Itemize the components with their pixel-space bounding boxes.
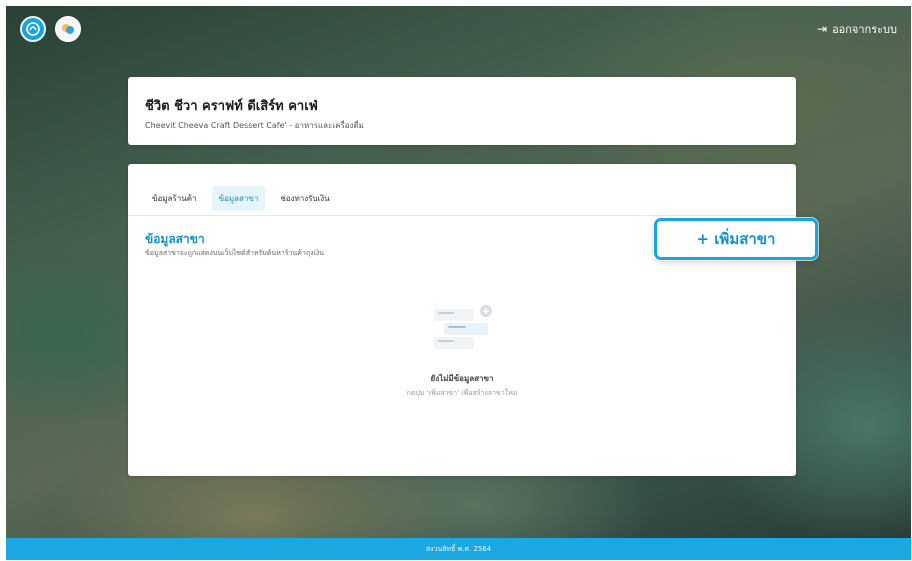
merchant-logo-icon xyxy=(55,16,81,42)
tab-store-info[interactable]: ข้อมูลร้านค้า xyxy=(145,186,204,211)
top-bar: ⇥ ออกจากระบบ xyxy=(6,6,911,46)
footer-text: สงวนสิทธิ์ พ.ศ. 2564 xyxy=(425,544,492,553)
footer: สงวนสิทธิ์ พ.ศ. 2564 xyxy=(6,538,911,560)
bank-logo-icon xyxy=(20,16,46,42)
add-branch-button[interactable]: + เพิ่มสาขา xyxy=(654,218,818,260)
logout-icon: ⇥ xyxy=(817,22,828,36)
empty-state-description: กดปุ่ม 'เพิ่มสาขา' เพื่อสร้างสาขาใหม่ xyxy=(406,389,518,397)
logout-label: ออกจากระบบ xyxy=(832,23,897,36)
bank-logo-icon-shape xyxy=(26,22,40,36)
illus-row-1 xyxy=(434,309,474,321)
empty-list-icon xyxy=(434,305,492,349)
store-header-card: ชีวิต ชีวา คราฟท์ ดีเสิร์ท คาเฟ่ Cheevit… xyxy=(128,77,796,145)
illus-line-2 xyxy=(448,326,466,328)
store-name: ชีวิต ชีวา คราฟท์ ดีเสิร์ท คาเฟ่ xyxy=(145,99,318,114)
tab-divider xyxy=(128,215,796,216)
section-title: ข้อมูลสาขา xyxy=(145,232,205,246)
illus-line-1 xyxy=(438,312,454,314)
illus-row-3 xyxy=(434,337,474,349)
tab-branch-info[interactable]: ข้อมูลสาขา xyxy=(211,186,266,211)
branch-card: ข้อมูลร้านค้า ข้อมูลสาขา ช่องทางรับเงิน … xyxy=(128,164,818,476)
app-frame: ⇥ ออกจากระบบ ชีวิต ชีวา คราฟท์ ดีเสิร์ท … xyxy=(6,6,911,560)
store-subtitle: Cheevit Cheeva Craft Dessert Cafe' - อาห… xyxy=(145,121,364,130)
illus-line-3 xyxy=(438,340,454,342)
section-description: ข้อมูลสาขาจะถูกแสดงบนเว็บไซต์สำหรับค้นหา… xyxy=(145,249,325,257)
logout-button[interactable]: ⇥ ออกจากระบบ xyxy=(817,20,897,38)
empty-state-title: ยังไม่มีข้อมูลสาขา xyxy=(430,374,494,383)
tab-payment-channel[interactable]: ช่องทางรับเงิน xyxy=(273,186,336,211)
merchant-logo-icon-shape xyxy=(62,24,74,34)
illus-row-2 xyxy=(444,323,488,335)
tab-bar: ข้อมูลร้านค้า ข้อมูลสาขา ช่องทางรับเงิน xyxy=(145,186,337,211)
